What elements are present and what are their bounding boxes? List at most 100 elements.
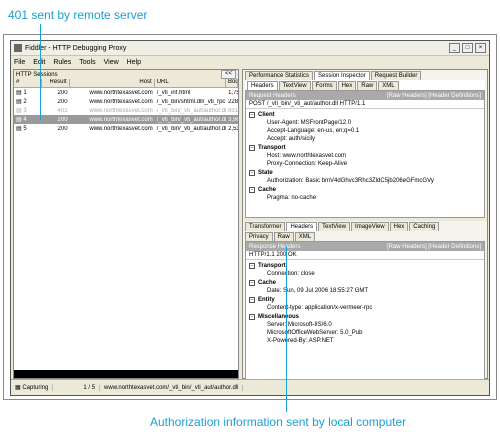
raw-headers-link[interactable]: [Raw Headers]: [387, 93, 427, 99]
sessions-title: HTTP Sessions: [16, 71, 58, 78]
tab-resp-privacy[interactable]: Privacy: [245, 232, 273, 241]
callout-401: 401 sent by remote server: [8, 8, 148, 22]
tab-req-hex[interactable]: Hex: [337, 81, 357, 90]
tab-req-xml[interactable]: XML: [378, 81, 399, 90]
tab-resp-hex[interactable]: Hex: [389, 222, 409, 231]
row-url: /_vti_bin/_vti_aut/author.dll: [156, 107, 227, 114]
group-cache[interactable]: − Cache: [249, 185, 481, 194]
header-item: Proxy-Connection: Keep-Alive: [267, 161, 348, 167]
tab-performance-statistics[interactable]: Performance Statistics: [245, 71, 314, 80]
row-result: 200: [57, 89, 68, 96]
tab-session-inspector[interactable]: Session Inspector: [314, 71, 370, 80]
header-item: Date: Sun, 09 Jul 2006 18:55:27 GMT: [267, 288, 369, 294]
request-tree: − Client User-Agent: MSFrontPage/12.0 Acc…: [246, 109, 484, 203]
minimize-icon[interactable]: _: [449, 43, 460, 53]
window-title: Fiddler - HTTP Debugging Proxy: [25, 44, 127, 52]
inspector-panel: Performance Statistics Session Inspector…: [242, 69, 488, 387]
tab-req-forms[interactable]: Forms: [311, 81, 337, 90]
close-icon[interactable]: ×: [475, 43, 486, 53]
tab-resp-transformer[interactable]: Transformer: [245, 222, 286, 231]
menu-view[interactable]: View: [104, 59, 119, 66]
header-item: Content-type: application/x-vermeer-rpc: [267, 305, 373, 311]
header-item: Accept: auth/sicily: [267, 136, 316, 142]
page-icon: ▤: [16, 99, 22, 105]
session-row-selected[interactable]: ▤ 4 200 www.northtexasvet.com /_vti_bin/…: [14, 115, 238, 124]
tab-request-builder[interactable]: Request Builder: [370, 71, 422, 80]
tab-resp-xml[interactable]: XML: [294, 232, 316, 241]
header-item: User-Agent: MSFrontPage/12.0: [267, 120, 352, 126]
row-body: 1,754: [228, 89, 238, 96]
group-transport[interactable]: − Transport: [249, 143, 481, 152]
horizontal-scrollbar[interactable]: [14, 370, 238, 378]
row-host: www.northtexasvet.com: [89, 125, 153, 132]
session-row[interactable]: ▤ 2 200 www.northtexasvet.com /_vti_bin/…: [14, 97, 238, 106]
page-icon: ▤: [16, 126, 22, 132]
session-row[interactable]: ▤ 3 401 www.northtexasvet.com /_vti_bin/…: [14, 106, 238, 115]
session-row[interactable]: ▤ 5 200 www.northtexasvet.com /_vti_bin/…: [14, 124, 238, 133]
tab-resp-headers[interactable]: Headers: [286, 222, 318, 231]
col-body[interactable]: Body: [226, 79, 238, 87]
row-num: 1: [23, 90, 27, 96]
row-host: www.northtexasvet.com: [89, 107, 153, 114]
group-cache[interactable]: − Cache: [249, 278, 481, 287]
page-icon: ▤: [16, 108, 22, 114]
group-state[interactable]: − State: [249, 168, 481, 177]
maximize-icon[interactable]: □: [462, 43, 473, 53]
group-transport[interactable]: − Transport: [249, 261, 481, 270]
col-result[interactable]: Result: [42, 79, 70, 87]
menu-tools[interactable]: Tools: [79, 59, 95, 66]
authorization-header: Authorization: Basic bmV4dGhvc3Rhc3ZldC5…: [267, 178, 434, 184]
collapse-button[interactable]: <<: [220, 70, 236, 79]
request-line: POST /_vti_bin/_vti_aut/author.dll HTTP/…: [246, 100, 484, 109]
header-item: Host: www.northtexasvet.com: [267, 153, 347, 159]
raw-headers-link[interactable]: [Raw Headers]: [387, 244, 427, 250]
menu-rules[interactable]: Rules: [53, 59, 71, 66]
capture-status[interactable]: ▦ Capturing: [11, 384, 54, 391]
sessions-header: HTTP Sessions <<: [14, 70, 238, 79]
group-client[interactable]: − Client: [249, 110, 481, 119]
row-host: www.northtexasvet.com: [89, 98, 153, 105]
callout-line-bottom: [286, 246, 287, 412]
group-miscellaneous[interactable]: − Miscellaneous: [249, 312, 481, 321]
menu-help[interactable]: Help: [127, 59, 141, 66]
status-bar: ▦ Capturing 1 / 5 www.northtexasvet.com/…: [11, 379, 489, 395]
app-icon: [14, 44, 22, 52]
request-tabs: Headers TextView Forms Hex Raw XML: [245, 80, 485, 90]
session-columns: # Result Host URL Body: [14, 79, 238, 88]
row-host: www.northtexasvet.com: [89, 116, 153, 123]
col-num[interactable]: #: [14, 79, 42, 87]
header-definitions-link[interactable]: [Header Definitions]: [428, 244, 481, 250]
session-count: 1 / 5: [53, 384, 101, 391]
header-definitions-link[interactable]: [Header Definitions]: [428, 93, 481, 99]
request-headers-title: Request Headers: [249, 92, 296, 99]
request-headers-bar: Request Headers [Raw Headers] [Header De…: [246, 91, 484, 100]
row-num: 4: [23, 117, 27, 123]
tab-req-textview[interactable]: TextView: [278, 81, 311, 90]
row-result: 200: [57, 125, 68, 132]
tab-resp-textview[interactable]: TextView: [318, 222, 351, 231]
row-num: 2: [23, 99, 27, 105]
col-url[interactable]: URL: [155, 79, 227, 87]
col-host[interactable]: Host: [70, 79, 155, 87]
tab-resp-imageview[interactable]: ImageView: [351, 222, 389, 231]
collapse-icon: −: [249, 169, 255, 176]
collapse-icon: −: [249, 279, 255, 286]
row-body: 3,960: [228, 116, 238, 123]
tab-req-headers[interactable]: Headers: [247, 81, 278, 90]
tab-resp-raw[interactable]: Raw: [273, 232, 294, 241]
tab-req-raw[interactable]: Raw: [357, 81, 378, 90]
header-item: Server: Microsoft-IIS/6.0: [267, 322, 332, 328]
row-url: /_vti_inf.html: [156, 89, 191, 96]
row-host: www.northtexasvet.com: [89, 89, 153, 96]
session-row[interactable]: ▤ 1 200 www.northtexasvet.com /_vti_inf.…: [14, 88, 238, 97]
row-url: /_vti_bin/shtml.dll/_vti_rpc: [156, 98, 226, 105]
menu-file[interactable]: File: [14, 59, 25, 66]
tab-resp-caching[interactable]: Caching: [409, 222, 440, 231]
row-body: 228: [228, 98, 238, 105]
page-icon: ▤: [16, 90, 22, 96]
capture-icon: ▦: [15, 385, 21, 391]
group-entity[interactable]: − Entity: [249, 295, 481, 304]
collapse-icon: −: [249, 186, 255, 193]
row-url: /_vti_bin/_vti_aut/author.dll: [156, 125, 227, 132]
response-headers-panel: Response Headers [Raw Headers] [Header D…: [245, 241, 485, 387]
